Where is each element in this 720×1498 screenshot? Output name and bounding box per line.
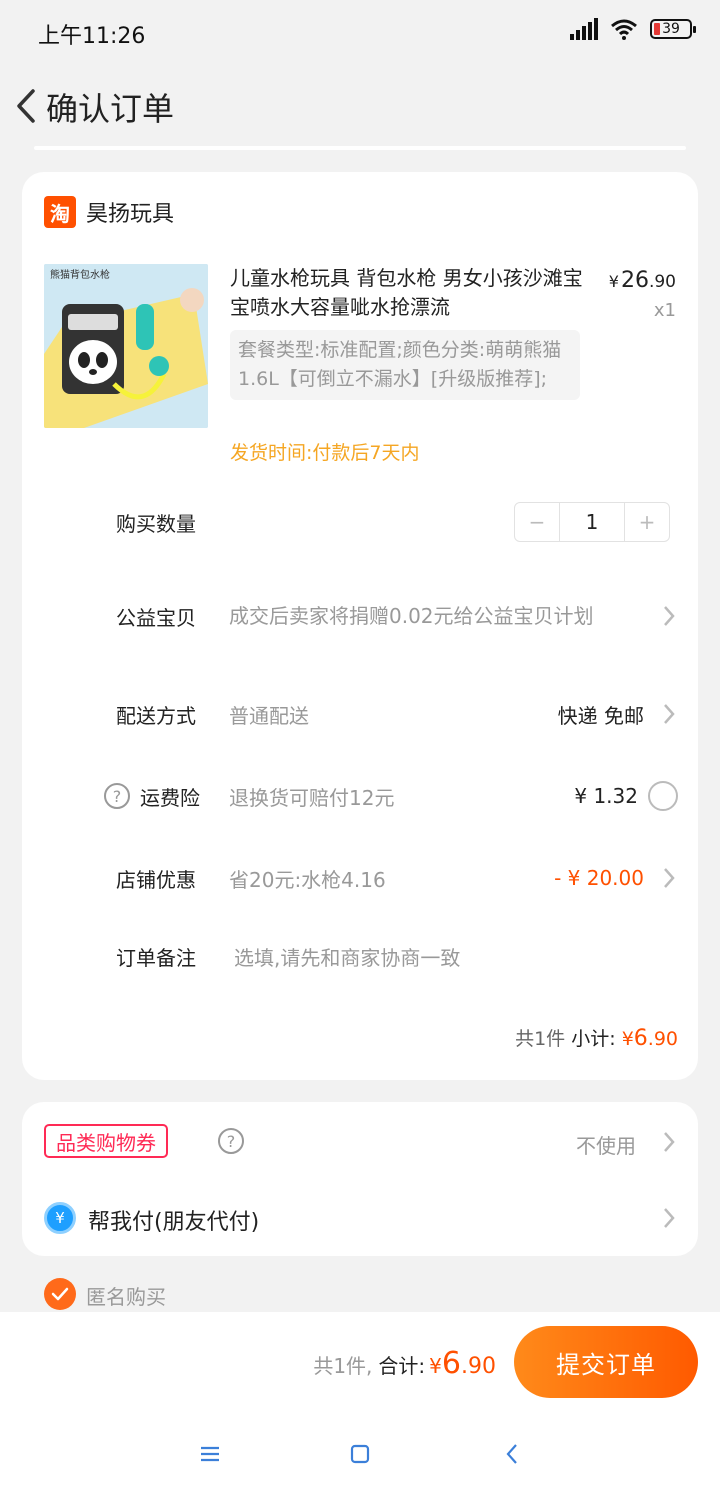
order-card: 淘 昊扬玩具 熊猫背包水枪 儿童水枪玩具 背包水枪 男女小孩沙滩宝宝喷水大容量呲… [22, 172, 698, 1080]
chevron-right-icon [662, 1206, 676, 1230]
delivery-value: 普通配送 [229, 703, 309, 728]
taobao-logo-icon: 淘 [44, 196, 76, 228]
coupon-help-icon[interactable]: ? [218, 1128, 244, 1154]
total-count: 共1件, [313, 1354, 373, 1378]
system-nav-bar [0, 1412, 720, 1498]
total-integer: 6 [441, 1346, 461, 1381]
total-decimal: .90 [461, 1354, 496, 1379]
battery-icon: 39 [650, 19, 696, 39]
quantity-value[interactable]: 1 [559, 503, 625, 541]
product-image[interactable]: 熊猫背包水枪 [44, 264, 208, 428]
total-currency: ¥ [429, 1354, 442, 1378]
product-image-drawing: 熊猫背包水枪 [44, 264, 208, 428]
remark-row: 订单备注 选填,请先和商家协商一致 [22, 936, 698, 976]
help-icon[interactable]: ? [104, 783, 130, 809]
charity-row[interactable]: 公益宝贝 成交后卖家将捐赠0.02元给公益宝贝计划 [22, 584, 698, 648]
insurance-value: 退换货可赔付12元 [229, 785, 395, 810]
quantity-minus-button[interactable]: − [515, 503, 559, 541]
chevron-right-icon [662, 866, 676, 890]
category-coupon-tag[interactable]: 品类购物券 [44, 1124, 168, 1158]
payment-options-card: 品类购物券 ? 不使用 ¥ 帮我付(朋友代付) [22, 1102, 698, 1256]
menu-icon[interactable] [198, 1442, 222, 1466]
product-image-label: 熊猫背包水枪 [50, 268, 110, 281]
subtotal-currency: ¥ [621, 1028, 634, 1050]
home-icon[interactable] [348, 1442, 372, 1466]
subtotal-integer: 6 [633, 1026, 648, 1051]
checkout-bar: 共1件, 合计: ¥6.90 提交订单 [0, 1312, 720, 1412]
shop-discount-label: 店铺优惠 [116, 867, 196, 892]
quantity-plus-button[interactable]: + [625, 503, 669, 541]
charity-label: 公益宝贝 [116, 605, 196, 630]
coupon-value[interactable]: 不使用 [576, 1130, 636, 1159]
ship-time: 发货时间:付款后7天内 [230, 442, 420, 464]
delivery-method: 快递 免邮 [557, 703, 644, 728]
product-title[interactable]: 儿童水枪玩具 背包水枪 男女小孩沙滩宝宝喷水大容量呲水抢漂流 [230, 264, 590, 322]
friend-pay-label[interactable]: 帮我付(朋友代付) [88, 1204, 259, 1236]
charity-value: 成交后卖家将捐赠0.02元给公益宝贝计划 [229, 603, 594, 628]
page-title: 确认订单 [46, 90, 175, 128]
insurance-price: ¥ 1.32 [574, 784, 638, 808]
product-quantity: x1 [653, 300, 676, 321]
friend-pay-icon: ¥ [44, 1202, 76, 1234]
order-total: 共1件, 合计: ¥6.90 [313, 1346, 496, 1381]
purchase-quantity-label: 购买数量 [116, 511, 196, 536]
back-nav-icon[interactable] [500, 1442, 524, 1466]
header-divider [34, 146, 686, 150]
shop-discount-value: 省20元:水枪4.16 [229, 867, 386, 892]
status-icons: 39 [570, 18, 696, 40]
shop-header[interactable]: 淘 昊扬玩具 [44, 196, 174, 228]
product-price: ¥26.90 [609, 268, 676, 293]
insurance-label: 运费险 [140, 785, 200, 810]
signal-icon [570, 18, 598, 40]
price-decimal: .90 [648, 272, 676, 292]
shop-name: 昊扬玩具 [86, 202, 175, 227]
subtotal-label: 小计: [571, 1028, 616, 1050]
price-currency: ¥ [608, 272, 619, 291]
product-sku: 套餐类型:标准配置;颜色分类:萌萌熊猫1.6L【可倒立不漏水】[升级版推荐]; [230, 330, 580, 400]
subtotal-decimal: .90 [647, 1028, 678, 1050]
chevron-right-icon [662, 702, 676, 726]
subtotal: 共1件 小计: ¥6.90 [515, 1024, 678, 1051]
shop-discount-amount: - ¥ 20.00 [554, 866, 644, 890]
status-bar: 上午11:26 39 [0, 0, 720, 64]
battery-level: 39 [662, 21, 680, 37]
price-integer: 26 [620, 268, 649, 293]
quantity-stepper: − 1 + [514, 502, 670, 542]
subtotal-count: 共1件 [515, 1028, 566, 1050]
back-icon[interactable] [8, 84, 44, 128]
status-time: 上午11:26 [38, 24, 146, 49]
total-label: 合计: [378, 1354, 426, 1378]
insurance-row: ? 运费险 退换货可赔付12元 ¥ 1.32 [22, 776, 698, 816]
chevron-right-icon [662, 604, 676, 628]
delivery-label: 配送方式 [116, 703, 196, 728]
delivery-row[interactable]: 配送方式 普通配送 快递 免邮 [22, 694, 698, 734]
wifi-icon [611, 19, 637, 40]
insurance-radio[interactable] [648, 781, 678, 811]
remark-label: 订单备注 [116, 945, 196, 970]
shop-discount-row[interactable]: 店铺优惠 省20元:水枪4.16 - ¥ 20.00 [22, 858, 698, 898]
anonymous-checkbox[interactable] [44, 1278, 76, 1310]
chevron-right-icon [662, 1130, 676, 1154]
remark-input[interactable]: 选填,请先和商家协商一致 [234, 942, 460, 971]
submit-order-button[interactable]: 提交订单 [514, 1326, 698, 1398]
anonymous-label: 匿名购买 [86, 1285, 166, 1309]
check-icon [51, 1287, 69, 1301]
nav-bar: 确认订单 [0, 64, 720, 148]
